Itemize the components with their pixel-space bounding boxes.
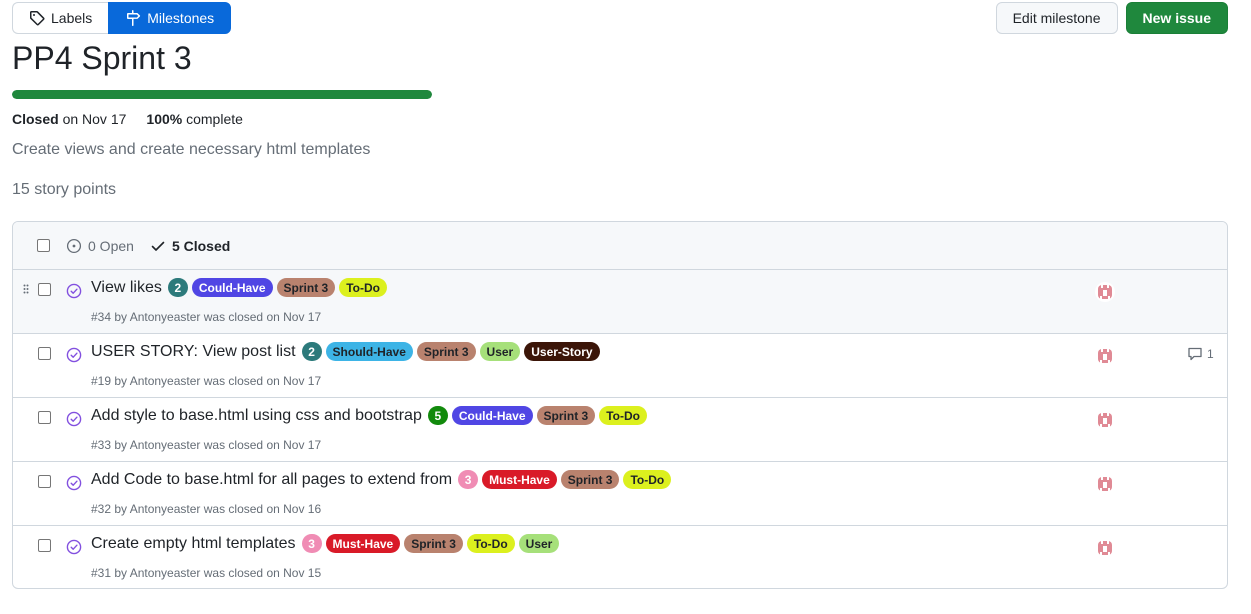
- story-points: 15 story points: [12, 181, 117, 198]
- issue-checkbox[interactable]: [38, 475, 51, 488]
- issue-label[interactable]: User: [479, 342, 521, 361]
- issue-meta: #31 by Antonyeaster was closed on Nov 15: [91, 566, 322, 580]
- labels-tab[interactable]: Labels: [12, 2, 109, 34]
- milestone-completion: 100% complete: [146, 111, 243, 127]
- comment-icon: [1188, 347, 1202, 361]
- issue-closed-icon: [66, 411, 82, 427]
- complete-label: complete: [186, 111, 243, 127]
- issue-title-line: Create empty html templates 3 Must-Have S…: [91, 534, 560, 553]
- issue-title[interactable]: Add style to base.html using css and boo…: [91, 407, 422, 425]
- issue-label[interactable]: Sprint 3: [404, 534, 463, 553]
- story-point-badge: 3: [458, 470, 479, 489]
- milestones-tab[interactable]: Milestones: [108, 2, 232, 34]
- issue-title[interactable]: Create empty html templates: [91, 535, 296, 553]
- check-icon: [151, 241, 165, 251]
- issue-label[interactable]: To-Do: [466, 534, 515, 553]
- issue-label[interactable]: Sprint 3: [276, 278, 336, 297]
- issues-list-header: 0 Open 5 Closed: [13, 222, 1227, 270]
- select-all-checkbox[interactable]: [37, 239, 50, 252]
- issue-label[interactable]: To-Do: [339, 278, 387, 297]
- issue-row[interactable]: Add Code to base.html for all pages to e…: [13, 462, 1227, 526]
- issues-list: 0 Open 5 Closed View likes 2 Could-Have S…: [12, 221, 1228, 589]
- story-point-badge: 5: [427, 406, 448, 425]
- issue-row[interactable]: View likes 2 Could-Have Sprint 3 To-Do #34…: [13, 270, 1227, 334]
- new-issue-button[interactable]: New issue: [1125, 2, 1228, 34]
- milestone-progress-fill: [12, 90, 432, 99]
- milestone-title: PP4 Sprint 3: [12, 40, 192, 76]
- issue-label[interactable]: Sprint 3: [560, 470, 620, 489]
- issue-closed-icon: [66, 539, 82, 555]
- milestone-icon: [127, 10, 141, 26]
- issue-title[interactable]: Add Code to base.html for all pages to e…: [91, 471, 452, 489]
- comment-count: 1: [1207, 347, 1214, 361]
- complete-percent: 100%: [146, 111, 183, 127]
- issue-label[interactable]: Could-Have: [191, 278, 273, 297]
- issue-meta: #32 by Antonyeaster was closed on Nov 16: [91, 502, 322, 516]
- closed-label: Closed: [12, 111, 59, 127]
- drag-handle-icon[interactable]: [23, 284, 29, 294]
- issue-open-icon: [66, 238, 82, 253]
- issue-title-line: Add style to base.html using css and boo…: [91, 406, 647, 425]
- issue-label[interactable]: User: [518, 534, 560, 553]
- labels-milestones-nav: Labels Milestones: [12, 2, 232, 34]
- story-point-badge: 3: [301, 534, 322, 553]
- avatar[interactable]: [1095, 538, 1115, 558]
- milestone-status: Closed on Nov 17: [12, 111, 126, 127]
- issue-label[interactable]: Must-Have: [325, 534, 401, 553]
- issue-title[interactable]: USER STORY: View post list: [91, 343, 296, 361]
- issue-label[interactable]: Could-Have: [451, 406, 533, 425]
- issue-label[interactable]: Sprint 3: [416, 342, 476, 361]
- issue-closed-icon: [66, 475, 82, 491]
- closed-issues-filter[interactable]: 5 Closed: [150, 238, 230, 254]
- issue-title[interactable]: View likes: [91, 279, 162, 297]
- avatar[interactable]: [1095, 410, 1115, 430]
- issue-label[interactable]: To-Do: [623, 470, 672, 489]
- issue-row[interactable]: Add style to base.html using css and boo…: [13, 398, 1227, 462]
- issue-rows: View likes 2 Could-Have Sprint 3 To-Do #34…: [13, 270, 1227, 588]
- story-point-badge: 2: [167, 278, 188, 297]
- issue-row[interactable]: Create empty html templates 3 Must-Have S…: [13, 526, 1227, 588]
- comments-link[interactable]: 1: [1187, 346, 1214, 362]
- labels-tab-label: Labels: [51, 10, 93, 26]
- issue-meta: #33 by Antonyeaster was closed on Nov 17: [91, 438, 322, 452]
- avatar[interactable]: [1095, 282, 1115, 302]
- milestone-actions: Edit milestone New issue: [995, 2, 1228, 34]
- open-issues-filter[interactable]: 0 Open: [66, 238, 134, 254]
- issue-label[interactable]: Must-Have: [482, 470, 557, 489]
- tag-icon: [29, 11, 45, 26]
- issue-label[interactable]: Sprint 3: [536, 406, 596, 425]
- issue-checkbox[interactable]: [38, 539, 51, 552]
- issue-title-line: USER STORY: View post list 2 Should-Have…: [91, 342, 600, 361]
- edit-milestone-button[interactable]: Edit milestone: [995, 2, 1118, 34]
- milestone-meta: Closed on Nov 17 100% complete: [12, 111, 243, 127]
- issue-checkbox[interactable]: [38, 347, 51, 360]
- issue-closed-icon: [66, 347, 82, 363]
- avatar[interactable]: [1095, 474, 1115, 494]
- issue-label[interactable]: User-Story: [524, 342, 600, 361]
- issue-closed-icon: [66, 283, 82, 299]
- issue-checkbox[interactable]: [38, 411, 51, 424]
- issue-label[interactable]: To-Do: [599, 406, 647, 425]
- issue-row[interactable]: USER STORY: View post list 2 Should-Have…: [13, 334, 1227, 398]
- milestones-tab-label: Milestones: [147, 10, 215, 26]
- issue-checkbox[interactable]: [38, 283, 51, 296]
- milestone-progress-bar: [12, 90, 432, 99]
- story-point-badge: 2: [301, 342, 322, 361]
- issue-meta: #19 by Antonyeaster was closed on Nov 17: [91, 374, 322, 388]
- closed-date: on Nov 17: [62, 111, 127, 127]
- issue-meta: #34 by Antonyeaster was closed on Nov 17: [91, 310, 322, 324]
- open-count: 0 Open: [88, 237, 134, 254]
- avatar[interactable]: [1095, 346, 1115, 366]
- milestone-description: Create views and create necessary html t…: [12, 141, 371, 158]
- issue-title-line: View likes 2 Could-Have Sprint 3 To-Do: [91, 278, 387, 297]
- closed-count: 5 Closed: [171, 237, 231, 254]
- issue-title-line: Add Code to base.html for all pages to e…: [91, 470, 672, 489]
- issue-label[interactable]: Should-Have: [325, 342, 413, 361]
